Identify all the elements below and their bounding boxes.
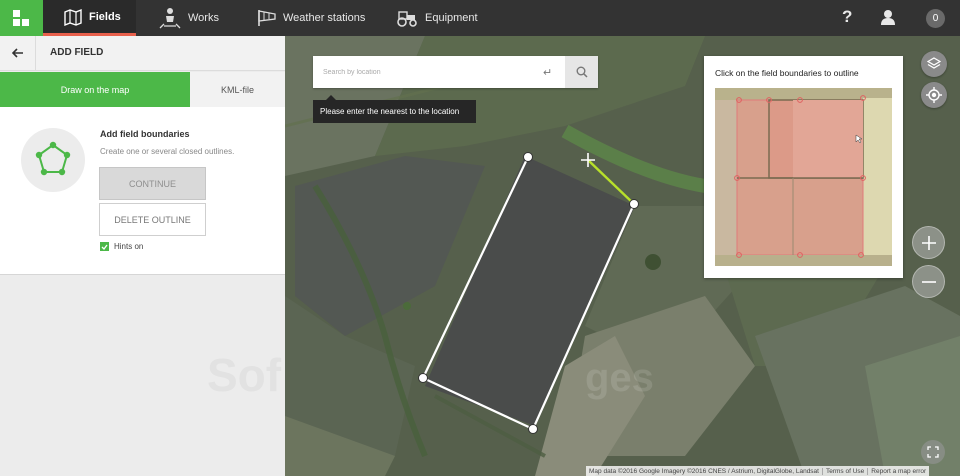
panel-header: ADD FIELD bbox=[0, 36, 285, 71]
layers-button[interactable] bbox=[921, 51, 947, 77]
report-map-error-link[interactable]: Report a map error bbox=[867, 467, 929, 475]
zoom-out-button[interactable] bbox=[912, 265, 945, 298]
enter-icon: ↵ bbox=[543, 67, 553, 79]
terms-of-use-link[interactable]: Terms of Use bbox=[821, 467, 867, 475]
hints-toggle[interactable]: Hints on bbox=[100, 242, 143, 251]
map-canvas[interactable]: ges ↵ Please enter the nearest to the lo… bbox=[285, 36, 960, 476]
hints-label: Hints on bbox=[114, 242, 144, 251]
user-icon[interactable] bbox=[880, 9, 896, 30]
farmer-icon bbox=[159, 8, 181, 29]
nav-equipment[interactable]: Equipment bbox=[395, 0, 478, 36]
page-title: ADD FIELD bbox=[50, 47, 104, 58]
panel-content: Add field boundaries Create one or sever… bbox=[0, 107, 285, 275]
fullscreen-button[interactable] bbox=[921, 440, 945, 464]
hints-checkbox[interactable] bbox=[100, 242, 109, 251]
search-tooltip: Please enter the nearest to the location bbox=[313, 95, 476, 123]
search-icon bbox=[576, 66, 588, 78]
watermark-text: Sof bbox=[207, 349, 282, 401]
zoom-in-button[interactable] bbox=[912, 226, 945, 259]
my-location-button[interactable] bbox=[921, 82, 947, 108]
add-field-panel: ADD FIELD Draw on the map KML-file Add f… bbox=[0, 36, 285, 476]
app-logo[interactable] bbox=[0, 0, 43, 36]
tab-kml-file[interactable]: KML-file bbox=[190, 72, 285, 107]
plus-icon bbox=[921, 235, 936, 250]
nav-works-label: Works bbox=[188, 12, 219, 24]
expand-icon bbox=[927, 446, 939, 458]
nav-weather-stations[interactable]: Weather stations bbox=[257, 0, 365, 36]
hint-title: Add field boundaries bbox=[100, 129, 190, 139]
minus-icon bbox=[921, 280, 936, 283]
top-navigation-bar: Fields Works Weather stations Equipment … bbox=[0, 0, 960, 36]
map-attribution-bar: Map data ©2016 Google Imagery ©2016 CNES… bbox=[586, 466, 930, 476]
watermark-text: ges bbox=[585, 356, 654, 400]
continue-button[interactable]: CONTINUE bbox=[99, 167, 206, 200]
help-button[interactable]: ? bbox=[842, 7, 852, 27]
locate-icon bbox=[926, 87, 942, 103]
polygon-illustration bbox=[21, 128, 85, 192]
search-input[interactable] bbox=[313, 56, 563, 88]
tractor-icon bbox=[397, 11, 417, 27]
map-book-icon bbox=[64, 8, 82, 26]
nav-weather-label: Weather stations bbox=[283, 12, 366, 24]
back-button[interactable] bbox=[0, 36, 36, 70]
notifications-badge[interactable]: 0 bbox=[926, 9, 945, 28]
windsock-icon bbox=[258, 10, 276, 26]
location-search[interactable]: ↵ bbox=[313, 56, 598, 88]
hint-card-title: Click on the field boundaries to outline bbox=[715, 68, 859, 78]
nav-works[interactable]: Works bbox=[158, 0, 219, 36]
polygon-icon bbox=[35, 141, 71, 176]
search-button[interactable] bbox=[565, 56, 598, 88]
arrow-left-icon bbox=[11, 48, 23, 58]
check-icon bbox=[101, 244, 108, 250]
outline-hint-card: Click on the field boundaries to outline bbox=[704, 56, 903, 278]
tab-draw-on-map[interactable]: Draw on the map bbox=[0, 72, 190, 107]
layers-icon bbox=[927, 57, 941, 69]
hint-subtitle: Create one or several closed outlines. bbox=[100, 147, 235, 156]
nav-fields[interactable]: Fields bbox=[43, 0, 136, 36]
field-outline-example-image bbox=[715, 88, 892, 266]
nav-fields-label: Fields bbox=[89, 10, 121, 23]
delete-outline-button[interactable]: DELETE OUTLINE bbox=[99, 203, 206, 236]
map-attribution: Map data ©2016 Google Imagery ©2016 CNES… bbox=[589, 467, 819, 475]
nav-equipment-label: Equipment bbox=[425, 12, 478, 24]
